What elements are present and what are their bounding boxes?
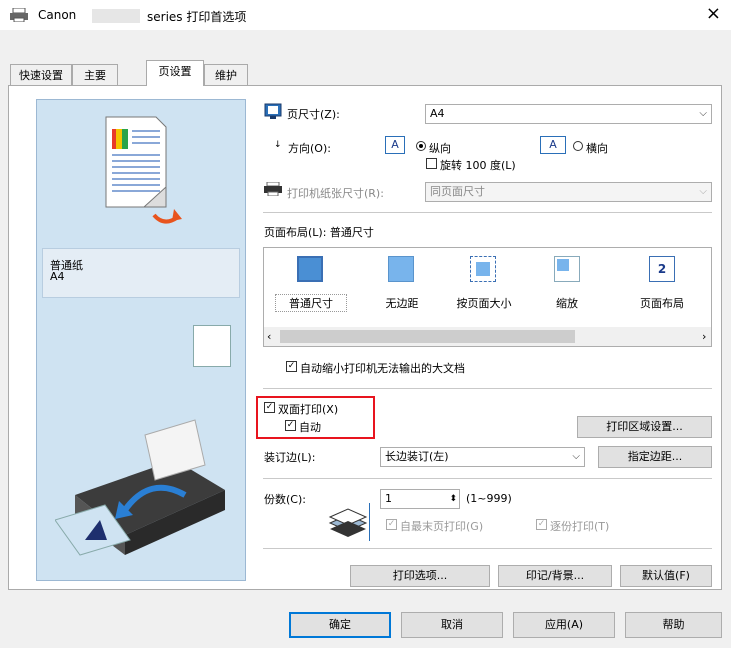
separator bbox=[263, 548, 712, 549]
separator bbox=[263, 212, 712, 213]
separator bbox=[263, 388, 712, 389]
layout-item-normal[interactable]: 普通尺寸 bbox=[275, 294, 347, 312]
margin-button[interactable]: 指定边距... bbox=[598, 446, 712, 468]
title-bar: Canon series 打印首选项 × bbox=[0, 0, 731, 30]
normal-size-icon[interactable] bbox=[297, 256, 323, 282]
landscape-label: 横向 bbox=[586, 142, 608, 155]
rotate-label: 旋转 100 度(L) bbox=[440, 159, 516, 172]
stamp-background-button[interactable]: 印记/背景... bbox=[498, 565, 612, 587]
scroll-left-icon[interactable]: ‹ bbox=[267, 330, 271, 343]
printer-paper-label: 打印机纸张尺寸(R): bbox=[287, 187, 384, 200]
portrait-icon: A bbox=[385, 136, 405, 154]
binding-select[interactable]: 长边装订(左) ⌵ bbox=[380, 447, 585, 467]
print-options-button[interactable]: 打印选项... bbox=[350, 565, 490, 587]
paper-info-box bbox=[42, 248, 240, 298]
collate-checkbox[interactable]: ✓ bbox=[536, 519, 547, 530]
copies-label: 份数(C): bbox=[264, 493, 306, 506]
fit-to-page-icon[interactable] bbox=[470, 256, 496, 282]
auto-reduce-label: 自动缩小打印机无法输出的大文档 bbox=[300, 362, 465, 375]
page-size-label: 页尺寸(Z): bbox=[287, 108, 340, 121]
document-preview-icon bbox=[105, 116, 182, 224]
window-title-series: series 打印首选项 bbox=[147, 10, 247, 24]
paper-size-label: A4 bbox=[50, 270, 65, 283]
chevron-down-icon: ⌵ bbox=[699, 186, 707, 197]
portrait-radio[interactable] bbox=[416, 141, 426, 151]
borderless-icon[interactable] bbox=[388, 256, 414, 282]
auto-reduce-checkbox[interactable]: ✓ bbox=[286, 361, 297, 372]
copies-stack-icon bbox=[328, 503, 370, 541]
help-button[interactable]: 帮助 bbox=[625, 612, 722, 638]
close-icon[interactable]: × bbox=[706, 4, 721, 24]
chevron-down-icon: ⌵ bbox=[699, 108, 707, 119]
collate-label: 逐份打印(T) bbox=[550, 520, 610, 533]
page-layout-icon[interactable]: 2 bbox=[649, 256, 675, 282]
page-preview-button[interactable] bbox=[193, 325, 231, 367]
apply-button[interactable]: 应用(A) bbox=[513, 612, 615, 638]
cancel-button[interactable]: 取消 bbox=[401, 612, 503, 638]
window-title: Canon bbox=[38, 8, 77, 22]
tab-maintenance[interactable]: 维护 bbox=[204, 64, 248, 86]
ok-button[interactable]: 确定 bbox=[289, 612, 391, 638]
landscape-icon: A bbox=[540, 136, 566, 154]
binding-label: 装订边(L): bbox=[264, 451, 316, 464]
layout-item-page-layout[interactable]: 页面布局 bbox=[627, 295, 697, 311]
rotate-checkbox[interactable] bbox=[426, 158, 437, 169]
defaults-button[interactable]: 默认值(F) bbox=[620, 565, 712, 587]
layout-item-scaled[interactable]: 缩放 bbox=[532, 295, 602, 311]
landscape-radio[interactable] bbox=[573, 141, 583, 151]
page-size-select[interactable]: A4 ⌵ bbox=[425, 104, 712, 124]
layout-item-borderless[interactable]: 无边距 bbox=[367, 295, 437, 311]
scaled-icon[interactable] bbox=[554, 256, 580, 282]
page-size-icon bbox=[264, 103, 282, 119]
tab-main[interactable]: 主要 bbox=[72, 64, 118, 86]
scroll-right-icon[interactable]: › bbox=[702, 330, 706, 343]
copies-input[interactable]: 1 ⬍ bbox=[380, 489, 460, 509]
page-layout-label: 页面布局(L): 普通尺寸 bbox=[264, 226, 374, 239]
copies-range: (1~999) bbox=[466, 492, 512, 505]
printer-paper-select[interactable]: 同页面尺寸 ⌵ bbox=[425, 182, 712, 202]
chevron-down-icon: ⌵ bbox=[572, 451, 580, 462]
layout-item-fit[interactable]: 按页面大小 bbox=[449, 295, 519, 311]
portrait-label: 纵向 bbox=[429, 142, 451, 155]
scrollbar-thumb[interactable] bbox=[280, 330, 575, 343]
model-name-redacted bbox=[92, 9, 140, 23]
tab-quick-setup[interactable]: 快速设置 bbox=[10, 64, 72, 86]
bullet-icon: ↓ bbox=[274, 140, 282, 150]
printer-illustration-icon bbox=[55, 419, 225, 556]
highlight-box bbox=[256, 396, 375, 439]
last-page-label: 自最末页打印(G) bbox=[400, 520, 484, 533]
print-area-button[interactable]: 打印区域设置... bbox=[577, 416, 712, 438]
separator bbox=[263, 478, 712, 479]
tab-page-setup[interactable]: 页设置 bbox=[146, 60, 204, 86]
printer-paper-icon bbox=[264, 182, 282, 196]
printer-icon bbox=[10, 8, 28, 22]
orientation-label: 方向(O): bbox=[288, 142, 331, 155]
last-page-checkbox[interactable]: ✓ bbox=[386, 519, 397, 530]
